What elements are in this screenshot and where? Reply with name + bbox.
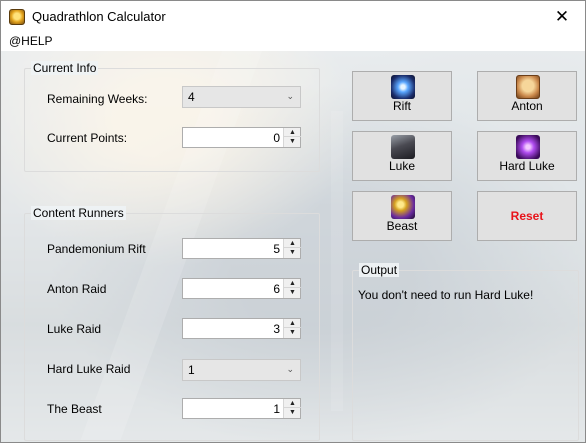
current-points-stepper[interactable]: 0 ▲ ▼ <box>182 127 301 148</box>
remaining-weeks-select[interactable]: 4 ⌄ <box>182 86 301 108</box>
luke-button-label: Luke <box>388 159 416 173</box>
current-info-title: Current Info <box>31 61 99 75</box>
rift-icon <box>391 75 415 99</box>
anton-icon <box>516 75 540 99</box>
stepper-arrows: ▲ ▼ <box>283 128 301 147</box>
content-runners-title: Content Runners <box>31 206 126 220</box>
stepper-up-icon[interactable]: ▲ <box>284 399 301 408</box>
hard-luke-icon <box>516 135 540 159</box>
remaining-weeks-value: 4 <box>188 90 195 104</box>
stepper-down-icon[interactable]: ▼ <box>284 248 301 257</box>
pandemonium-rift-label: Pandemonium Rift <box>47 242 146 256</box>
current-points-value: 0 <box>273 131 280 145</box>
client-area: Current Info Remaining Weeks: 4 ⌄ Curren… <box>1 51 585 442</box>
stepper-down-icon[interactable]: ▼ <box>284 328 301 337</box>
the-beast-label: The Beast <box>47 402 102 416</box>
reset-button[interactable]: Reset <box>477 191 577 241</box>
stepper-down-icon[interactable]: ▼ <box>284 137 301 146</box>
stepper-up-icon[interactable]: ▲ <box>284 239 301 248</box>
stepper-down-icon[interactable]: ▼ <box>284 288 301 297</box>
anton-raid-value: 6 <box>273 282 280 296</box>
output-message: You don't need to run Hard Luke! <box>358 288 534 302</box>
beast-button[interactable]: Beast <box>352 191 452 241</box>
rift-button[interactable]: Rift <box>352 71 452 121</box>
output-group: Output You don't need to run Hard Luke! <box>352 263 579 441</box>
stepper-up-icon[interactable]: ▲ <box>284 279 301 288</box>
luke-button[interactable]: Luke <box>352 131 452 181</box>
chevron-down-icon: ⌄ <box>286 364 294 374</box>
anton-raid-stepper[interactable]: 6 ▲ ▼ <box>182 278 301 299</box>
remaining-weeks-label: Remaining Weeks: <box>47 92 148 106</box>
title-bar[interactable]: Quadrathlon Calculator ✕ <box>1 1 585 32</box>
close-button[interactable]: ✕ <box>539 1 585 32</box>
pandemonium-rift-value: 5 <box>273 242 280 256</box>
hard-luke-raid-value: 1 <box>188 363 195 377</box>
anton-raid-label: Anton Raid <box>47 282 107 296</box>
luke-raid-label: Luke Raid <box>47 322 102 336</box>
stepper-arrows: ▲ ▼ <box>283 319 301 338</box>
luke-icon <box>391 135 415 159</box>
stepper-arrows: ▲ ▼ <box>283 239 301 258</box>
reset-button-label: Reset <box>510 209 544 223</box>
stepper-down-icon[interactable]: ▼ <box>284 408 301 417</box>
hard-luke-button-label: Hard Luke <box>499 159 555 173</box>
hard-luke-raid-label: Hard Luke Raid <box>47 362 131 376</box>
chevron-down-icon: ⌄ <box>286 91 294 101</box>
hard-luke-button[interactable]: Hard Luke <box>477 131 577 181</box>
anton-button[interactable]: Anton <box>477 71 577 121</box>
stepper-arrows: ▲ ▼ <box>283 399 301 418</box>
current-info-group: Current Info <box>24 61 320 172</box>
beast-icon <box>391 195 415 219</box>
app-icon <box>9 9 25 25</box>
hard-luke-raid-select[interactable]: 1 ⌄ <box>182 359 301 381</box>
the-beast-value: 1 <box>273 402 280 416</box>
pandemonium-rift-stepper[interactable]: 5 ▲ ▼ <box>182 238 301 259</box>
luke-raid-stepper[interactable]: 3 ▲ ▼ <box>182 318 301 339</box>
rift-button-label: Rift <box>393 99 411 113</box>
window-title: Quadrathlon Calculator <box>32 9 166 24</box>
menu-bar: @HELP <box>1 32 585 51</box>
current-points-label: Current Points: <box>47 131 128 145</box>
anton-button-label: Anton <box>511 99 543 113</box>
stepper-up-icon[interactable]: ▲ <box>284 128 301 137</box>
app-window: Quadrathlon Calculator ✕ @HELP Current I… <box>0 0 586 443</box>
stepper-arrows: ▲ ▼ <box>283 279 301 298</box>
luke-raid-value: 3 <box>273 322 280 336</box>
the-beast-stepper[interactable]: 1 ▲ ▼ <box>182 398 301 419</box>
beast-button-label: Beast <box>386 219 418 233</box>
help-menu-item[interactable]: @HELP <box>9 34 53 48</box>
stepper-up-icon[interactable]: ▲ <box>284 319 301 328</box>
output-title: Output <box>359 263 400 277</box>
